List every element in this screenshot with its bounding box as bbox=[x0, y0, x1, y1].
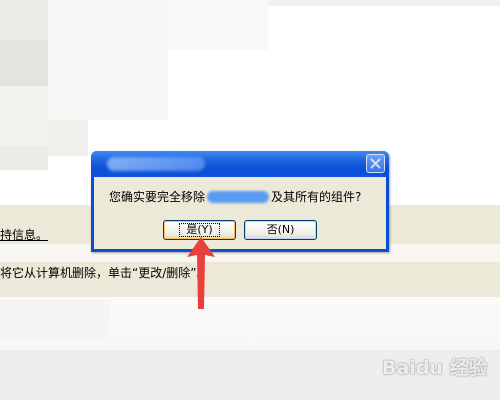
dialog-title-redacted bbox=[107, 157, 205, 171]
background-block bbox=[48, 120, 88, 156]
background-block bbox=[0, 86, 48, 146]
dialog-body: 您确实要完全移除 及其所有的组件? 是(Y) 否(N) bbox=[94, 177, 386, 249]
background-block bbox=[168, 0, 268, 50]
background-text: 持信息。 bbox=[0, 228, 49, 242]
yes-button-label: 是(Y) bbox=[179, 223, 220, 237]
watermark-text: Baidu 经验 bbox=[382, 357, 488, 379]
program-name-redacted bbox=[207, 190, 270, 203]
background-text: 将它从计算机删除，单击“更改/删除”。 bbox=[0, 266, 209, 280]
confirm-dialog: 您确实要完全移除 及其所有的组件? 是(Y) 否(N) bbox=[91, 151, 389, 252]
close-icon bbox=[370, 158, 381, 169]
message-suffix: 及其所有的组件? bbox=[271, 190, 362, 204]
background-block bbox=[0, 40, 48, 86]
background-block bbox=[0, 300, 110, 340]
no-button[interactable]: 否(N) bbox=[244, 220, 317, 240]
arrow-up-icon bbox=[187, 237, 215, 309]
dialog-message: 您确实要完全移除 及其所有的组件? bbox=[109, 188, 361, 205]
message-prefix: 您确实要完全移除 bbox=[109, 190, 206, 204]
background-block bbox=[48, 0, 168, 120]
dialog-titlebar[interactable] bbox=[91, 151, 389, 177]
close-button[interactable] bbox=[366, 154, 385, 173]
baidu-watermark: Baidu 经验 bbox=[382, 347, 494, 381]
no-button-label: 否(N) bbox=[266, 223, 295, 236]
